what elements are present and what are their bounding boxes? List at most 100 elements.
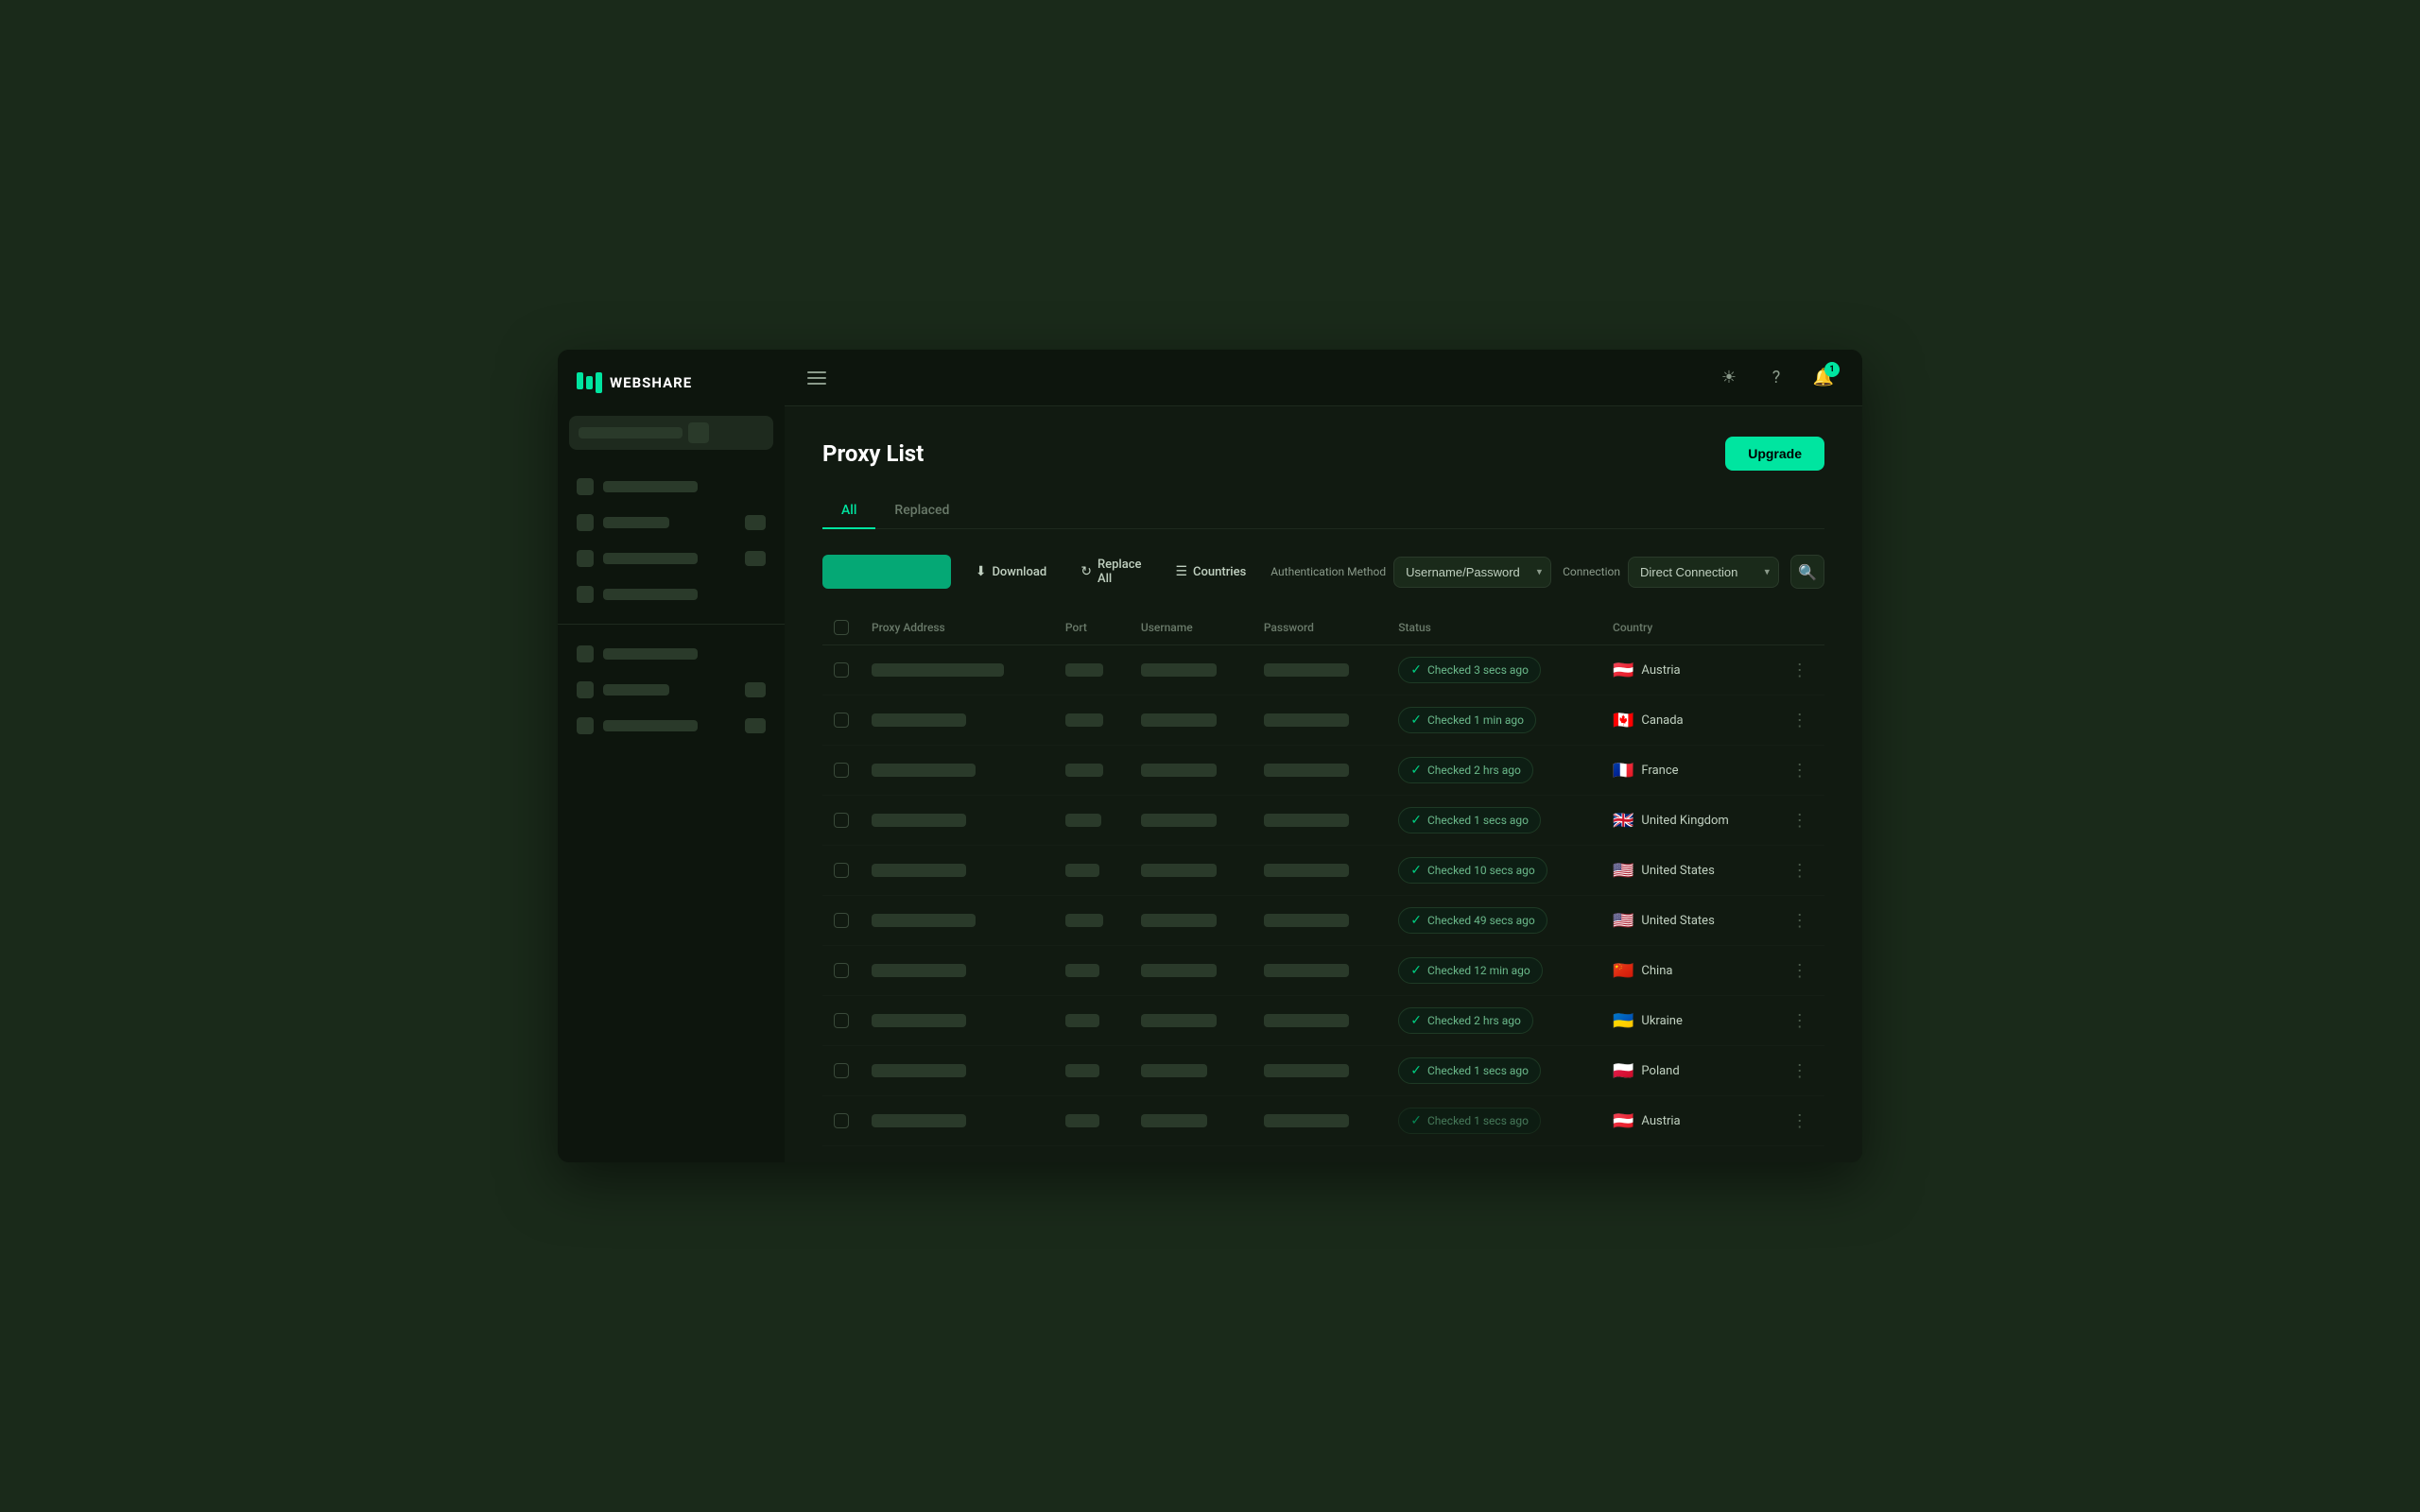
username-placeholder-2 xyxy=(1141,713,1217,727)
download-label: Download xyxy=(992,565,1046,579)
row-menu-button-5[interactable]: ⋮ xyxy=(1786,861,1813,881)
theme-toggle-button[interactable]: ☀ xyxy=(1713,362,1745,394)
help-button[interactable]: ? xyxy=(1760,362,1792,394)
row-actions-1: ⋮ xyxy=(1774,645,1824,696)
connection-wrapper: Direct Connection xyxy=(1628,557,1779,588)
auth-method-select[interactable]: Username/Password xyxy=(1393,557,1551,588)
row-password-7 xyxy=(1253,946,1387,996)
sidebar: WEBSHARE xyxy=(558,350,785,1162)
row-username-10 xyxy=(1130,1096,1253,1146)
row-menu-button-10[interactable]: ⋮ xyxy=(1786,1111,1813,1131)
page-title: Proxy List xyxy=(822,440,924,467)
sidebar-badge-3 xyxy=(745,551,766,566)
toolbar-controls: Authentication Method Username/Password … xyxy=(1270,555,1824,589)
connection-select[interactable]: Direct Connection xyxy=(1628,557,1779,588)
row-checkbox-5[interactable] xyxy=(834,863,849,878)
row-address-9 xyxy=(860,1046,1054,1096)
row-username-4 xyxy=(1130,796,1253,846)
row-checkbox-4[interactable] xyxy=(834,813,849,828)
country-cell-9: 🇵🇱 Poland xyxy=(1613,1061,1763,1081)
status-text-7: Checked 12 min ago xyxy=(1427,964,1530,977)
hamburger-menu-icon[interactable] xyxy=(807,371,826,385)
status-check-icon-10: ✓ xyxy=(1410,1113,1422,1128)
row-menu-button-6[interactable]: ⋮ xyxy=(1786,911,1813,931)
username-placeholder-10 xyxy=(1141,1114,1207,1127)
row-menu-button-4[interactable]: ⋮ xyxy=(1786,811,1813,831)
replace-all-button[interactable]: ↻ Replace All xyxy=(1071,552,1150,592)
status-badge-4: ✓ Checked 1 secs ago xyxy=(1398,807,1541,833)
select-all-checkbox[interactable] xyxy=(834,620,849,635)
row-checkbox-1[interactable] xyxy=(834,662,849,678)
row-checkbox-7[interactable] xyxy=(834,963,849,978)
row-checkbox-cell-3 xyxy=(822,746,860,796)
sidebar-badge-7 xyxy=(745,718,766,733)
sidebar-item-6[interactable] xyxy=(558,672,785,708)
row-menu-button-7[interactable]: ⋮ xyxy=(1786,961,1813,981)
row-checkbox-3[interactable] xyxy=(834,763,849,778)
table-row: ✓ Checked 2 hrs ago 🇺🇦 Ukraine ⋮ xyxy=(822,996,1824,1046)
col-header-country: Country xyxy=(1601,610,1774,645)
row-actions-8: ⋮ xyxy=(1774,996,1824,1046)
row-checkbox-10[interactable] xyxy=(834,1113,849,1128)
row-menu-button-1[interactable]: ⋮ xyxy=(1786,661,1813,680)
status-badge-2: ✓ Checked 1 min ago xyxy=(1398,707,1536,733)
sidebar-item-3[interactable] xyxy=(558,541,785,576)
toolbar-search-bar[interactable] xyxy=(822,555,951,589)
table-header: Proxy Address Port Username Password Sta… xyxy=(822,610,1824,645)
row-menu-button-8[interactable]: ⋮ xyxy=(1786,1011,1813,1031)
address-placeholder-5 xyxy=(872,864,966,877)
row-checkbox-8[interactable] xyxy=(834,1013,849,1028)
row-checkbox-9[interactable] xyxy=(834,1063,849,1078)
status-badge-9: ✓ Checked 1 secs ago xyxy=(1398,1057,1541,1084)
sidebar-icon-3 xyxy=(577,550,594,567)
sidebar-item-4[interactable] xyxy=(558,576,785,612)
address-placeholder-9 xyxy=(872,1064,966,1077)
tab-all[interactable]: All xyxy=(822,493,875,529)
sidebar-item-5[interactable] xyxy=(558,636,785,672)
sidebar-item-7[interactable] xyxy=(558,708,785,744)
download-icon: ⬇ xyxy=(976,564,987,579)
sidebar-search-button[interactable] xyxy=(688,422,709,443)
search-button[interactable]: 🔍 xyxy=(1790,555,1824,589)
status-badge-6: ✓ Checked 49 secs ago xyxy=(1398,907,1547,934)
sidebar-item-1[interactable] xyxy=(558,469,785,505)
row-username-7 xyxy=(1130,946,1253,996)
country-cell-7: 🇨🇳 China xyxy=(1613,961,1763,981)
row-address-5 xyxy=(860,846,1054,896)
row-password-9 xyxy=(1253,1046,1387,1096)
password-placeholder-5 xyxy=(1264,864,1349,877)
row-country-6: 🇺🇸 United States xyxy=(1601,896,1774,946)
status-badge-7: ✓ Checked 12 min ago xyxy=(1398,957,1543,984)
row-address-2 xyxy=(860,696,1054,746)
countries-button[interactable]: ☰ Countries xyxy=(1166,558,1255,585)
row-checkbox-cell-4 xyxy=(822,796,860,846)
sidebar-item-2[interactable] xyxy=(558,505,785,541)
row-port-2 xyxy=(1054,696,1130,746)
country-flag-2: 🇨🇦 xyxy=(1613,711,1634,730)
sidebar-icon-2 xyxy=(577,514,594,531)
row-checkbox-cell-10 xyxy=(822,1096,860,1146)
sidebar-search-box[interactable] xyxy=(569,416,773,450)
row-status-3: ✓ Checked 2 hrs ago xyxy=(1387,746,1601,796)
username-placeholder-6 xyxy=(1141,914,1217,927)
download-button[interactable]: ⬇ Download xyxy=(966,558,1057,585)
row-checkbox-6[interactable] xyxy=(834,913,849,928)
row-password-3 xyxy=(1253,746,1387,796)
country-flag-6: 🇺🇸 xyxy=(1613,911,1634,931)
status-check-icon-5: ✓ xyxy=(1410,863,1422,878)
row-address-4 xyxy=(860,796,1054,846)
address-placeholder-7 xyxy=(872,964,966,977)
country-flag-5: 🇺🇸 xyxy=(1613,861,1634,881)
row-menu-button-9[interactable]: ⋮ xyxy=(1786,1061,1813,1081)
country-flag-8: 🇺🇦 xyxy=(1613,1011,1634,1031)
row-menu-button-3[interactable]: ⋮ xyxy=(1786,761,1813,781)
status-text-3: Checked 2 hrs ago xyxy=(1427,764,1521,777)
password-placeholder-4 xyxy=(1264,814,1349,827)
row-checkbox-2[interactable] xyxy=(834,713,849,728)
row-menu-button-2[interactable]: ⋮ xyxy=(1786,711,1813,730)
notifications-button[interactable]: 🔔 1 xyxy=(1807,362,1840,394)
sidebar-nav-secondary xyxy=(558,632,785,747)
upgrade-button[interactable]: Upgrade xyxy=(1725,437,1824,471)
tab-replaced[interactable]: Replaced xyxy=(875,493,968,529)
status-text-6: Checked 49 secs ago xyxy=(1427,914,1535,927)
